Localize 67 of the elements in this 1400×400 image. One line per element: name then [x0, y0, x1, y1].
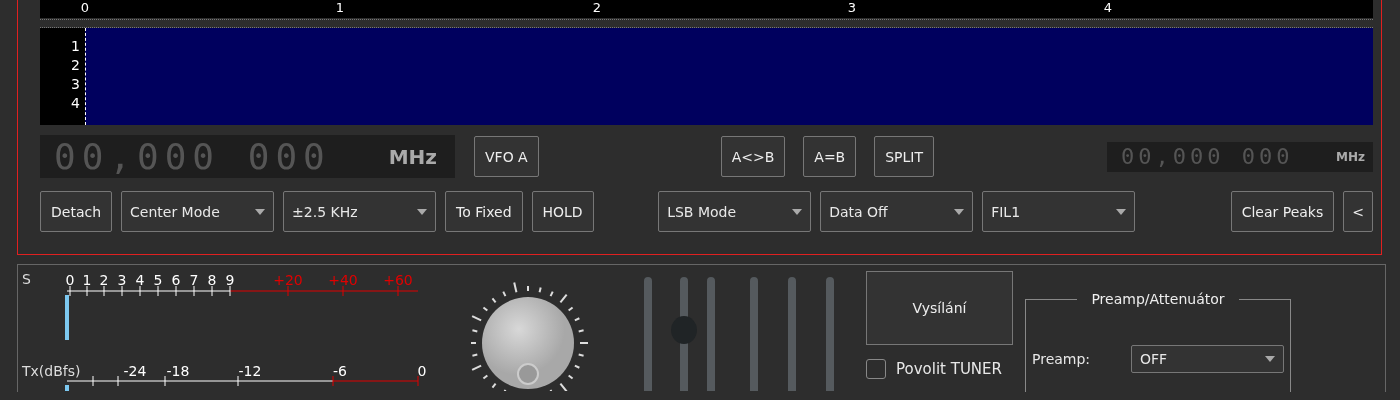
slider-track[interactable] — [826, 277, 834, 391]
scale-label: -18 — [166, 363, 190, 379]
ruler-label: 1 — [335, 0, 345, 16]
scale-label: -24 — [123, 363, 147, 379]
dropdown[interactable]: ±2.5 KHz — [283, 191, 437, 232]
time-axis-label: 1 — [71, 37, 81, 56]
vfo-button[interactable]: VFO A — [474, 136, 539, 177]
caret-icon — [255, 208, 266, 215]
unit-label: MHz — [1336, 149, 1365, 164]
scale-label: 8 — [207, 272, 217, 288]
scale-label: 1 — [82, 272, 92, 288]
transmit-button[interactable]: Vysílání — [866, 271, 1013, 345]
scale-label: 7 — [189, 272, 199, 288]
scale-label: 0 — [65, 272, 75, 288]
scale-label: +40 — [328, 272, 358, 288]
toolbar-button[interactable]: Clear Peaks — [1230, 191, 1335, 232]
toolbar-button[interactable]: To Fixed — [445, 191, 523, 232]
scale-label: +60 — [383, 272, 413, 288]
tx-bar — [65, 385, 69, 391]
slider-track[interactable] — [750, 277, 758, 391]
meter-label: S — [22, 271, 31, 287]
dropdown[interactable]: LSB Mode — [658, 191, 812, 232]
tuning-knob-drawing[interactable] — [470, 281, 588, 391]
unit-label: MHz — [388, 144, 437, 169]
caret-icon — [1116, 208, 1127, 215]
dropdown[interactable]: Center Mode — [121, 191, 275, 232]
scale-label: +20 — [273, 272, 303, 288]
slider-thumb[interactable] — [671, 316, 697, 345]
time-axis-label: 4 — [71, 94, 81, 113]
ruler-label: 2 — [592, 0, 602, 16]
scale-label: 6 — [171, 272, 181, 288]
scale-label: -12 — [238, 363, 262, 379]
ruler-label: 4 — [1103, 0, 1113, 16]
scale-label: 3 — [117, 272, 127, 288]
caret-icon — [1265, 356, 1275, 362]
caret-icon — [954, 208, 965, 215]
slider-track[interactable] — [788, 277, 796, 391]
scale-label: 0 — [417, 363, 427, 379]
caret-icon — [417, 208, 428, 215]
caret-icon — [792, 208, 803, 215]
toolbar-button[interactable]: HOLD — [531, 191, 594, 232]
preamp-dropdown[interactable]: OFF — [1131, 345, 1284, 373]
vfo-action-button[interactable]: A=B — [803, 136, 857, 177]
time-axis-label: 3 — [71, 75, 81, 94]
vfo-action-button[interactable]: SPLIT — [874, 136, 935, 177]
meter-label: Tx(dBfs) — [22, 363, 81, 379]
ruler-label: 0 — [80, 0, 90, 16]
checkbox[interactable] — [866, 359, 886, 379]
slider-track[interactable] — [644, 277, 652, 391]
ruler-label: 3 — [847, 0, 857, 16]
vertical-slider[interactable] — [671, 277, 697, 391]
time-axis-label: 2 — [71, 56, 81, 75]
tuner-checkbox[interactable]: Povolit TUNER — [866, 359, 1013, 379]
toolbar-button[interactable]: < — [1343, 191, 1373, 232]
dropdown[interactable]: Data Off — [820, 191, 974, 232]
preamp-label: Preamp: — [1032, 351, 1091, 367]
slider-track[interactable] — [707, 277, 715, 391]
scale-label: 5 — [153, 272, 163, 288]
scale-label: -6 — [333, 363, 347, 379]
scale-label: 9 — [225, 272, 235, 288]
group-title: Preamp/Attenuátor — [1090, 291, 1226, 307]
scale-label: 2 — [99, 272, 109, 288]
signal-bar — [65, 295, 69, 340]
vfo-action-button[interactable]: A<>B — [720, 136, 786, 177]
toolbar-button[interactable]: Detach — [40, 191, 113, 232]
dropdown[interactable]: FIL1 — [982, 191, 1136, 232]
scale-label: 4 — [135, 272, 145, 288]
